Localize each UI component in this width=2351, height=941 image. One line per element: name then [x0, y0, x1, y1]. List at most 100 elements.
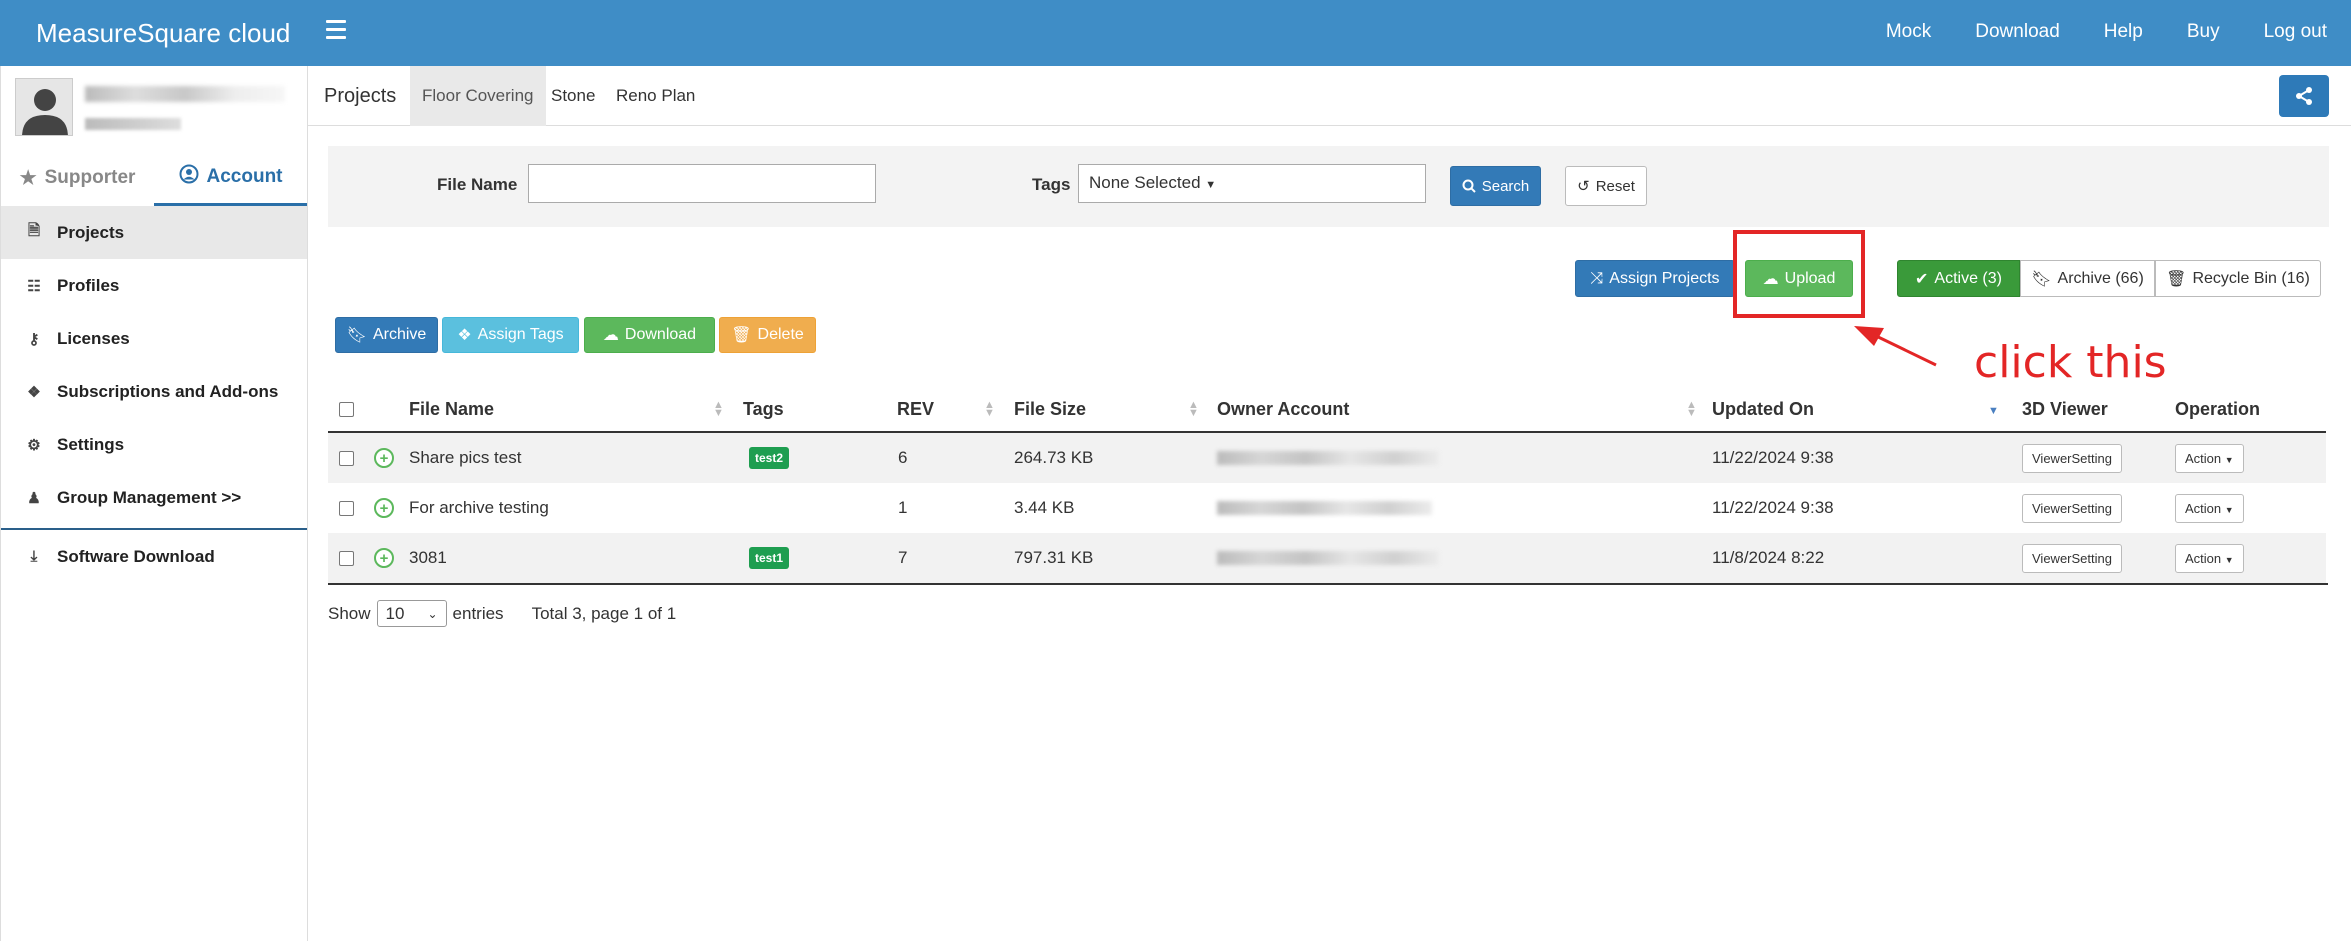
header-file-size[interactable]: File Size: [1014, 385, 1086, 433]
breadcrumb: Projects Floor Covering Stone Reno Plan: [308, 66, 2351, 126]
reset-button[interactable]: ↺ Reset: [1565, 166, 1647, 206]
bulk-download-button[interactable]: ☁ Download: [584, 317, 715, 353]
gear-icon: ⚙: [27, 436, 41, 454]
file-icon: 🗎: [27, 222, 41, 239]
nav-logout[interactable]: Log out: [2264, 21, 2327, 43]
user-name-redacted: [85, 86, 285, 102]
assign-projects-button[interactable]: ⤨ Assign Projects: [1575, 260, 1735, 297]
sidebar-item-licenses[interactable]: ⚷ Licenses: [1, 312, 307, 365]
tags-label: Tags: [1032, 175, 1071, 194]
viewer-setting-button[interactable]: ViewerSetting: [2022, 483, 2122, 533]
sort-icon[interactable]: ▲ ▼: [984, 400, 995, 419]
bookmark-icon: 🔖︎: [346, 327, 367, 344]
file-size-cell: 797.31 KB: [1014, 548, 1094, 567]
search-panel: File Name Tags None Selected ▼ Search ↺ …: [328, 146, 2329, 227]
nav-mock[interactable]: Mock: [1886, 21, 1931, 43]
user-profile: [1, 66, 307, 150]
file-size-cell: 264.73 KB: [1014, 448, 1094, 467]
nav-help[interactable]: Help: [2104, 21, 2143, 43]
active-filter-button[interactable]: ✔ Active (3): [1897, 260, 2020, 297]
header-rev[interactable]: REV: [897, 385, 934, 433]
sort-desc-icon[interactable]: ▼: [1988, 406, 1999, 417]
file-size-cell: 3.44 KB: [1014, 498, 1075, 517]
trash-icon: 🗑︎: [731, 327, 752, 344]
share-icon: [2296, 87, 2312, 105]
nav-download[interactable]: Download: [1975, 21, 2060, 43]
shuffle-icon: ⤨: [1590, 269, 1604, 287]
tag-cell: test1: [749, 533, 790, 583]
action-dropdown[interactable]: Action ▼: [2175, 433, 2244, 483]
menu-toggle-icon[interactable]: [326, 20, 346, 44]
viewer-setting-button[interactable]: ViewerSetting: [2022, 433, 2122, 483]
table-row[interactable]: + Share pics test test2 6 264.73 KB 11/2…: [328, 433, 2326, 483]
rev-cell: 1: [898, 498, 908, 517]
file-name-input[interactable]: [528, 164, 876, 203]
tag-badge: test2: [749, 447, 790, 469]
table-bottom-border: [328, 583, 2328, 585]
header-file-name[interactable]: File Name: [409, 385, 494, 433]
tab-supporter[interactable]: ★ Supporter: [1, 150, 154, 206]
sort-icon[interactable]: ▲ ▼: [1188, 400, 1199, 419]
tag-cell: test2: [749, 433, 790, 483]
sidebar-item-software-download[interactable]: ⤓ Software Download: [1, 530, 307, 583]
bulk-archive-button[interactable]: 🔖︎ Archive: [335, 317, 438, 353]
header-tags[interactable]: Tags: [743, 385, 784, 433]
table-row[interactable]: + For archive testing 1 3.44 KB 11/22/20…: [328, 483, 2326, 533]
row-checkbox[interactable]: [339, 533, 354, 583]
file-name-cell[interactable]: Share pics test: [409, 433, 521, 483]
sidebar: ★ Supporter Account 🗎 Projects ☷ Profile…: [0, 66, 308, 941]
avatar: [15, 78, 73, 136]
sidebar-item-subscriptions[interactable]: ❖ Subscriptions and Add-ons: [1, 365, 307, 418]
users-icon: ♟: [27, 489, 41, 507]
bulk-delete-button[interactable]: 🗑︎ Delete: [719, 317, 816, 353]
table-row[interactable]: + 3081 test1 7 797.31 KB 11/8/2024 8:22 …: [328, 533, 2326, 583]
action-dropdown[interactable]: Action ▼: [2175, 533, 2244, 583]
breadcrumb-projects: Projects: [324, 84, 397, 107]
file-name-cell[interactable]: 3081: [409, 533, 447, 583]
annotation-text: click this: [1974, 337, 2167, 388]
expand-icon[interactable]: +: [374, 483, 394, 533]
nav-buy[interactable]: Buy: [2187, 21, 2220, 43]
bulk-assign-tags-button[interactable]: ❖ Assign Tags: [442, 317, 579, 353]
sort-icon[interactable]: ▲ ▼: [1686, 400, 1697, 419]
action-dropdown[interactable]: Action ▼: [2175, 483, 2244, 533]
tab-stone[interactable]: Stone: [551, 66, 595, 126]
top-nav: Mock Download Help Buy Log out: [1886, 21, 2327, 43]
viewer-setting-button[interactable]: ViewerSetting: [2022, 533, 2122, 583]
select-all-checkbox[interactable]: [339, 385, 354, 433]
caret-down-icon: ▼: [2224, 504, 2234, 515]
file-name-cell[interactable]: For archive testing: [409, 483, 549, 533]
tab-account[interactable]: Account: [154, 150, 307, 206]
sidebar-item-settings[interactable]: ⚙ Settings: [1, 418, 307, 471]
tab-floor-covering[interactable]: Floor Covering: [410, 66, 546, 126]
file-name-label: File Name: [437, 175, 518, 194]
database-icon: ☷: [27, 277, 41, 295]
star-icon: ★: [19, 167, 37, 189]
sort-icon[interactable]: ▲ ▼: [713, 400, 724, 419]
header-updated-on[interactable]: Updated On: [1712, 385, 1814, 433]
sidebar-item-profiles[interactable]: ☷ Profiles: [1, 259, 307, 312]
brand-logo[interactable]: MeasureSquare cloud: [36, 18, 290, 49]
row-checkbox[interactable]: [339, 433, 354, 483]
expand-icon[interactable]: +: [374, 433, 394, 483]
caret-down-icon: ▼: [1205, 179, 1217, 191]
expand-icon[interactable]: +: [374, 533, 394, 583]
tags-icon: ❖: [457, 327, 472, 344]
recycle-bin-filter-button[interactable]: 🗑︎ Recycle Bin (16): [2155, 260, 2321, 297]
updated-on-cell: 11/22/2024 9:38: [1712, 498, 1834, 517]
search-button[interactable]: Search: [1450, 166, 1541, 206]
sidebar-item-projects[interactable]: 🗎 Projects: [1, 206, 307, 259]
download-icon: ⤓: [30, 548, 38, 565]
tab-reno-plan[interactable]: Reno Plan: [616, 66, 695, 126]
caret-down-icon: ▼: [2224, 554, 2234, 565]
page-size-select[interactable]: 10 ⌄: [376, 600, 447, 627]
header-owner-account[interactable]: Owner Account: [1217, 385, 1349, 433]
annotation-arrow-icon: [1854, 326, 1937, 367]
bookmark-icon: 🔖︎: [2031, 270, 2052, 288]
sidebar-item-group-management[interactable]: ♟ Group Management >>: [1, 471, 307, 524]
tags-select[interactable]: None Selected ▼: [1078, 164, 1426, 203]
archive-filter-button[interactable]: 🔖︎ Archive (66): [2020, 260, 2155, 297]
share-button[interactable]: [2279, 75, 2329, 117]
top-navbar: MeasureSquare cloud Mock Download Help B…: [0, 0, 2351, 66]
row-checkbox[interactable]: [339, 483, 354, 533]
